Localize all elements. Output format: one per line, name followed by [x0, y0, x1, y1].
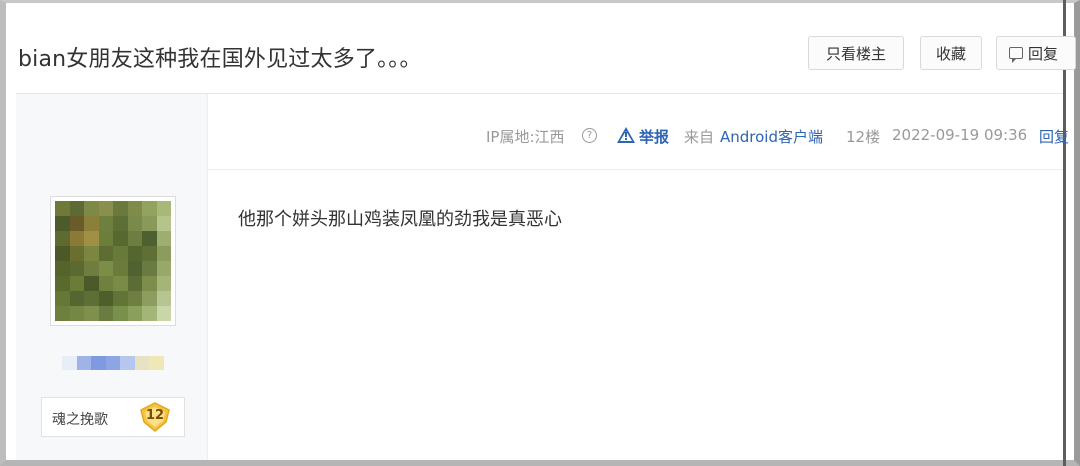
from-label: 来自 — [684, 128, 715, 146]
post-content: 他那个姘头那山鸡装凤凰的劲我是真恶心 — [238, 209, 562, 230]
warning-icon[interactable] — [617, 127, 635, 143]
username-pixelated[interactable] — [62, 356, 165, 370]
report-link[interactable]: 举报 — [639, 126, 669, 147]
thread-title: bian女朋友这种我在国外见过太多了。。。 — [18, 47, 422, 72]
floor-number: 12楼 — [846, 128, 881, 146]
client-link[interactable]: Android客户端 — [720, 126, 823, 147]
forum-title-badge[interactable]: 魂之挽歌 12 — [41, 397, 185, 437]
reply-icon — [1009, 47, 1023, 63]
reply-button-label: 回复 — [1028, 44, 1059, 63]
avatar-image-pixelated — [55, 201, 171, 321]
forum-title: 魂之挽歌 — [52, 412, 108, 428]
post-datetime: 2022-09-19 09:36 — [892, 126, 1028, 144]
ip-location: IP属地:江西 — [486, 128, 565, 146]
reply-button[interactable]: 回复 — [996, 36, 1076, 70]
question-icon[interactable]: ? — [582, 128, 597, 143]
favorite-button[interactable]: 收藏 — [920, 36, 982, 70]
post-reply-link[interactable]: 回复 — [1039, 126, 1069, 147]
only-op-button[interactable]: 只看楼主 — [808, 36, 904, 70]
level-number: 12 — [145, 408, 165, 423]
level-shield-icon: 12 — [139, 402, 171, 432]
meta-divider — [208, 169, 1063, 170]
thread-header: bian女朋友这种我在国外见过太多了。。。 只看楼主 收藏 回复 — [6, 3, 1076, 93]
avatar[interactable] — [50, 196, 176, 326]
